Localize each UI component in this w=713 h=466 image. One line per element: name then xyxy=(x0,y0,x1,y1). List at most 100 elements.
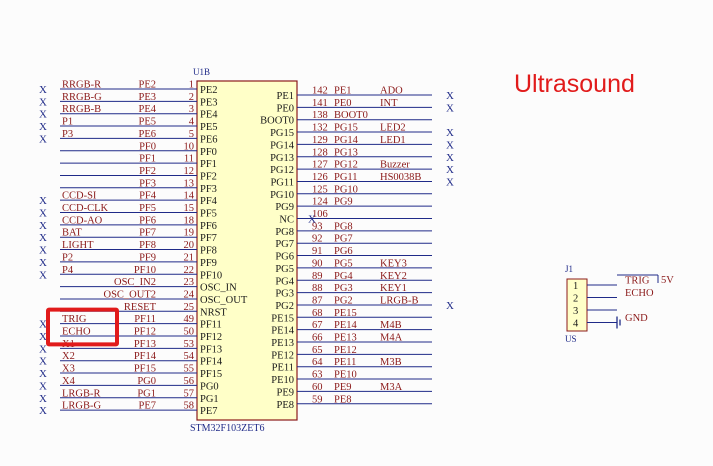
right-port-label: PE9 xyxy=(334,382,352,393)
left-net-label: LRGB-G xyxy=(62,401,102,412)
left-port-label: PF11 xyxy=(134,314,156,325)
left-net-label: RRGB-R xyxy=(62,80,101,91)
right-port-label: PE11 xyxy=(334,357,356,368)
right-pin-name: NC xyxy=(279,215,294,226)
left-port-label: PF12 xyxy=(134,327,156,338)
right-pin-name: PG14 xyxy=(270,140,295,151)
right-pin-name: PG15 xyxy=(270,128,294,139)
right-port-label: PG4 xyxy=(334,271,353,282)
left-nc-marker: X xyxy=(39,220,47,232)
left-pin-number: 2 xyxy=(189,92,194,103)
left-port-label: RESET xyxy=(124,302,157,313)
left-pin-number: 18 xyxy=(184,215,195,226)
left-port-label: PF1 xyxy=(139,154,156,165)
left-pin-number: 10 xyxy=(184,141,195,152)
left-pin-number: 21 xyxy=(184,252,195,263)
right-pin-name: PE12 xyxy=(271,350,294,361)
left-pin-name: PF11 xyxy=(200,320,222,331)
left-pin-number: 25 xyxy=(184,302,195,313)
left-nc-marker: X xyxy=(39,133,47,145)
right-nc-marker: X xyxy=(446,139,454,151)
left-pin-number: 24 xyxy=(184,289,195,300)
right-nc-marker: X xyxy=(446,300,454,312)
right-pin-number: 141 xyxy=(312,98,328,109)
left-port-label: OSC_OUT2 xyxy=(103,289,156,300)
right-pin-number: 90 xyxy=(312,258,323,269)
left-pin-name: PF1 xyxy=(200,159,217,170)
left-pin-number: 3 xyxy=(189,104,194,115)
right-pin-number: 89 xyxy=(312,271,323,282)
left-nc-marker: X xyxy=(39,319,47,331)
connector-part: US xyxy=(565,334,577,344)
left-net-label: X2 xyxy=(62,351,75,362)
right-pin-name: PG9 xyxy=(275,202,294,213)
right-net-label: M3A xyxy=(380,382,403,393)
connector-net-label: ECHO xyxy=(625,288,654,299)
left-pin-name: NRST xyxy=(200,307,227,318)
right-net-label: M3B xyxy=(380,357,402,368)
left-port-label: PF7 xyxy=(139,228,156,239)
right-port-label: PG10 xyxy=(334,184,358,195)
left-net-label: X4 xyxy=(62,376,76,387)
left-port-label: PF6 xyxy=(139,215,156,226)
right-pin-number: 138 xyxy=(312,110,328,121)
left-port-label: PE3 xyxy=(138,92,156,103)
right-port-label: PG7 xyxy=(334,234,353,245)
right-pin-number: 128 xyxy=(312,147,328,158)
left-net-label: X3 xyxy=(62,364,75,375)
left-nc-marker: X xyxy=(39,109,47,121)
left-nc-marker: X xyxy=(39,356,47,368)
connector-net-label: TRIG xyxy=(625,276,650,287)
right-pin-name: PE0 xyxy=(276,103,294,114)
left-pin-number: 14 xyxy=(184,191,195,202)
right-net-label: LED1 xyxy=(380,135,406,146)
right-pin-number: 67 xyxy=(312,320,323,331)
right-pin-number: 93 xyxy=(312,221,323,232)
left-net-label: CCD-AO xyxy=(62,215,103,226)
right-pin-number: 127 xyxy=(312,160,328,171)
right-pin-name: BOOT0 xyxy=(260,116,294,127)
left-pin-name: PF15 xyxy=(200,369,222,380)
right-port-label: PE12 xyxy=(334,345,357,356)
left-pin-number: 49 xyxy=(184,314,195,325)
right-port-label: PE1 xyxy=(334,86,352,97)
connector-ref: J1 xyxy=(565,264,573,274)
left-nc-marker: X xyxy=(39,195,47,207)
right-pin-name: PE13 xyxy=(271,338,294,349)
left-nc-marker: X xyxy=(39,245,47,257)
right-net-label: HS0038B xyxy=(380,172,421,183)
left-pin-name: PF13 xyxy=(200,344,222,355)
left-pin-name: PF10 xyxy=(200,270,222,281)
left-net-label: P4 xyxy=(62,265,74,276)
left-port-label: PG1 xyxy=(137,388,156,399)
left-pin-number: 58 xyxy=(184,401,195,412)
left-port-label: PE2 xyxy=(138,80,156,91)
left-port-label: PF2 xyxy=(139,166,156,177)
left-port-label: PF15 xyxy=(134,364,156,375)
right-pin-number: 66 xyxy=(312,333,323,344)
left-nc-marker: X xyxy=(39,84,47,96)
left-pin-number: 19 xyxy=(184,228,195,239)
right-pin-number: 125 xyxy=(312,184,328,195)
right-pin-number: 60 xyxy=(312,382,323,393)
right-net-label: M4B xyxy=(380,320,402,331)
right-pin-number: 92 xyxy=(312,234,323,245)
left-net-label: RRGB-B xyxy=(62,104,101,115)
right-nc-marker: X xyxy=(446,90,454,102)
right-pin-name: PG4 xyxy=(275,276,294,287)
left-net-label: LRGB-R xyxy=(62,388,101,399)
left-port-label: PF8 xyxy=(139,240,156,251)
right-pin-number: 126 xyxy=(312,172,328,183)
left-pin-name: PE5 xyxy=(200,122,218,133)
right-pin-number: 87 xyxy=(312,295,323,306)
left-pin-number: 54 xyxy=(184,351,195,362)
right-net-label: KEY3 xyxy=(380,258,407,269)
left-net-label: LIGHT xyxy=(62,240,94,251)
right-pin-name: PE8 xyxy=(276,400,294,411)
right-pin-name: PG5 xyxy=(275,264,294,275)
right-pin-name: PG12 xyxy=(270,165,294,176)
left-pin-name: PF4 xyxy=(200,196,218,207)
right-pin-number: 59 xyxy=(312,394,323,405)
right-port-label: PG8 xyxy=(334,221,353,232)
connector-pin-number: 1 xyxy=(573,281,578,292)
